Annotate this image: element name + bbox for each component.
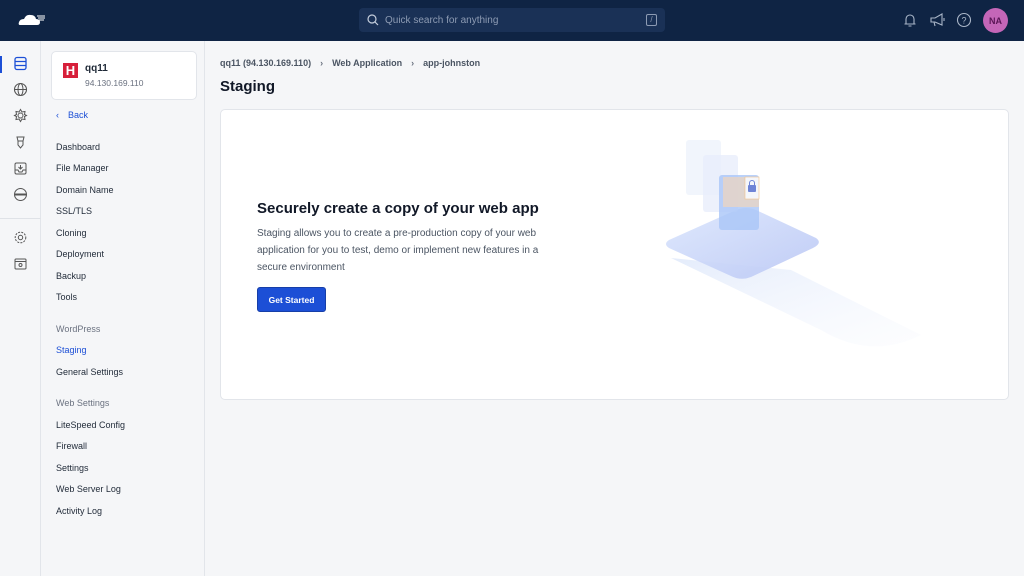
dns-icon[interactable]	[13, 187, 28, 202]
sidebar-item-staging[interactable]: Staging	[56, 345, 87, 355]
search-shortcut: /	[646, 14, 657, 26]
sidebar-item-web-server-log[interactable]: Web Server Log	[56, 484, 121, 494]
breadcrumb-web-app[interactable]: Web Application	[332, 58, 402, 68]
sidebar-item-litespeed[interactable]: LiteSpeed Config	[56, 420, 125, 430]
search-input[interactable]: Quick search for anything /	[359, 8, 665, 32]
sidebar-item-file-manager[interactable]: File Manager	[56, 163, 109, 173]
page-title: Staging	[220, 78, 275, 95]
top-bar: Quick search for anything / ? NA	[0, 0, 1024, 41]
staging-description: Staging allows you to create a pre-produ…	[257, 228, 539, 273]
sidebar-item-deployment[interactable]: Deployment	[56, 249, 104, 259]
billing-icon[interactable]	[13, 256, 28, 271]
chevron-right-icon: ›	[411, 58, 415, 68]
sidebar-item-domain-name[interactable]: Domain Name	[56, 185, 114, 195]
chevron-left-icon: ‹	[56, 110, 59, 120]
bell-icon[interactable]	[903, 12, 917, 28]
search-placeholder: Quick search for anything	[385, 14, 499, 26]
sidebar-item-firewall[interactable]: Firewall	[56, 441, 87, 451]
breadcrumb-app[interactable]: app-johnston	[423, 58, 480, 68]
megaphone-icon[interactable]	[929, 12, 946, 28]
get-started-button[interactable]: Get Started	[257, 287, 326, 312]
server-logo-icon: H	[63, 63, 78, 78]
breadcrumb-server[interactable]: qq11 (94.130.169.110)	[220, 58, 311, 68]
app-sidebar: H qq11 94.130.169.110 ‹ Back Dashboard Fi…	[41, 41, 205, 576]
staging-panel: Securely create a copy of your web app S…	[220, 109, 1009, 400]
gear-icon[interactable]	[13, 230, 28, 245]
sidebar-item-cloning[interactable]: Cloning	[56, 228, 87, 238]
servers-icon[interactable]	[13, 56, 28, 71]
icon-rail	[0, 41, 41, 576]
back-label: Back	[68, 110, 89, 120]
sidebar-item-settings[interactable]: Settings	[56, 463, 89, 473]
breadcrumb: qq11 (94.130.169.110) › Web Application › ap…	[220, 58, 480, 68]
staging-heading: Securely create a copy of your web app	[257, 200, 539, 217]
chevron-right-icon: ›	[320, 58, 324, 68]
active-indicator	[0, 56, 2, 73]
staging-illustration	[666, 140, 921, 347]
inbox-download-icon[interactable]	[13, 161, 28, 176]
sidebar-item-activity-log[interactable]: Activity Log	[56, 506, 102, 516]
sidebar-item-ssl[interactable]: SSL/TLS	[56, 206, 92, 216]
settings-cog-icon[interactable]	[13, 108, 28, 123]
security-icon[interactable]	[13, 135, 28, 150]
sidebar-item-general-settings[interactable]: General Settings	[56, 367, 123, 377]
search-icon	[367, 14, 379, 26]
svg-text:?: ?	[961, 16, 966, 26]
back-link[interactable]: ‹ Back	[56, 110, 88, 120]
server-name: qq11	[85, 63, 108, 74]
section-web-settings: Web Settings	[56, 398, 110, 408]
rail-divider	[0, 218, 41, 219]
globe-icon[interactable]	[13, 82, 28, 97]
section-wordpress: WordPress	[56, 324, 101, 334]
sidebar-item-tools[interactable]: Tools	[56, 292, 77, 302]
help-icon[interactable]: ?	[956, 12, 972, 28]
server-ip: 94.130.169.110	[85, 78, 144, 88]
avatar[interactable]: NA	[983, 8, 1008, 33]
sidebar-item-backup[interactable]: Backup	[56, 271, 86, 281]
sidebar-item-dashboard[interactable]: Dashboard	[56, 142, 100, 152]
server-card[interactable]: H qq11 94.130.169.110	[51, 51, 197, 100]
cloud-logo-icon[interactable]	[18, 12, 46, 26]
